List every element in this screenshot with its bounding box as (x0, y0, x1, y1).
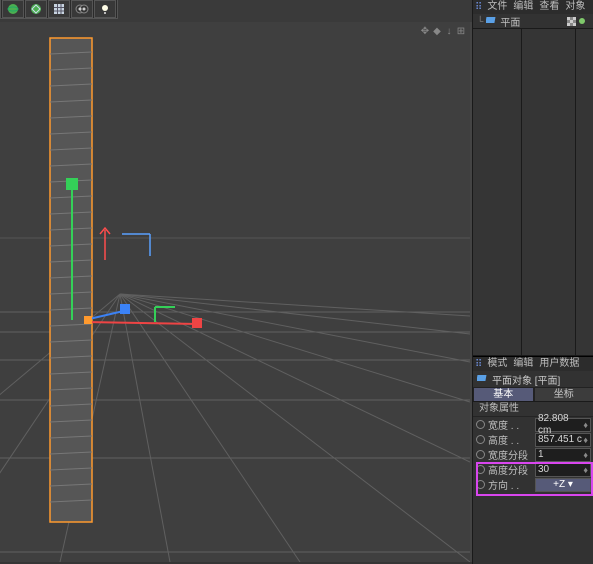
input-segh[interactable]: 30♦ (535, 463, 591, 477)
viewport-pan-icon[interactable]: ✥ (420, 26, 430, 36)
tool-sphere-icon[interactable] (2, 0, 24, 18)
tab-basic[interactable]: 基本 (473, 387, 534, 401)
label-height: 高度 . . (488, 432, 532, 447)
om-menu-view[interactable]: 查看 (536, 0, 562, 14)
top-toolbar (0, 0, 472, 23)
enable-dot-icon[interactable] (579, 18, 585, 24)
plane-object-icon (477, 372, 488, 386)
label-segh: 高度分段 (488, 462, 532, 477)
object-row-plane[interactable]: └ 平面 (473, 14, 593, 28)
label-width: 宽度 . . (488, 417, 532, 432)
object-manager-body (473, 28, 593, 356)
am-menu-mode[interactable]: 模式 (484, 357, 510, 371)
viewport-zoom-icon[interactable]: ◆ (432, 26, 442, 36)
anim-dot-icon[interactable] (476, 450, 485, 459)
anim-dot-icon[interactable] (476, 465, 485, 474)
anim-dot-icon[interactable] (476, 420, 485, 429)
attribute-title-text: 平面对象 [平面] (492, 372, 560, 387)
input-segw[interactable]: 1♦ (535, 448, 591, 462)
row-segw: 宽度分段 1♦ (473, 447, 593, 462)
toolbox (0, 0, 118, 19)
anim-dot-icon[interactable] (476, 435, 485, 444)
label-segw: 宽度分段 (488, 447, 532, 462)
input-height[interactable]: 857.451 c♦ (535, 433, 591, 447)
row-height: 高度 . . 857.451 c♦ (473, 432, 593, 447)
attribute-tabs: 基本 坐标 (473, 387, 593, 402)
row-orient: 方向 . . +Z ▾ (473, 477, 593, 492)
viewport-orbit-icon[interactable]: ↓ (444, 26, 454, 36)
row-segh: 高度分段 30♦ (473, 462, 593, 477)
right-panel: ⠿ 文件 编辑 查看 对象 └ 平面 ⠿ 模式 编辑 用户数据 平面对象 [平面… (472, 0, 593, 564)
viewport-scene (0, 22, 470, 562)
viewport[interactable]: ✥ ◆ ↓ ⊞ (0, 22, 472, 562)
select-orient[interactable]: +Z ▾ (535, 478, 591, 492)
om-menu-file[interactable]: 文件 (484, 0, 510, 14)
anim-dot-icon[interactable] (476, 480, 485, 489)
om-menu-object[interactable]: 对象 (562, 0, 588, 14)
viewport-layout-icon[interactable]: ⊞ (456, 26, 466, 36)
om-menu-edit[interactable]: 编辑 (510, 0, 536, 14)
row-width: 宽度 . . 82.808 cm♦ (473, 417, 593, 432)
app-root: { "object_manager": { "tabs": ["文件","编辑"… (0, 0, 593, 564)
object-manager-menu: ⠿ 文件 编辑 查看 对象 (473, 0, 593, 14)
am-menu-edit[interactable]: 编辑 (510, 357, 536, 371)
tool-grid-icon[interactable] (48, 0, 70, 18)
plane-object-icon (486, 14, 497, 28)
attribute-title: 平面对象 [平面] (473, 371, 593, 387)
object-name: 平面 (500, 14, 520, 29)
attribute-manager-menu: ⠿ 模式 编辑 用户数据 (473, 356, 593, 371)
viewport-nav-icons: ✥ ◆ ↓ ⊞ (420, 26, 466, 36)
label-orient: 方向 . . (488, 477, 532, 492)
tool-render-icon[interactable] (71, 0, 93, 18)
input-width[interactable]: 82.808 cm♦ (535, 418, 591, 432)
grip-icon[interactable]: ⠿ (473, 359, 484, 370)
viewport-canvas[interactable]: ✥ ◆ ↓ ⊞ (0, 22, 470, 562)
tool-light-icon[interactable] (94, 0, 116, 18)
grip-icon[interactable]: ⠿ (473, 2, 484, 13)
visibility-editor-icon[interactable] (567, 17, 576, 26)
am-menu-user[interactable]: 用户数据 (536, 357, 582, 371)
tool-polygon-icon[interactable] (25, 0, 47, 18)
tab-coord[interactable]: 坐标 (534, 387, 593, 401)
